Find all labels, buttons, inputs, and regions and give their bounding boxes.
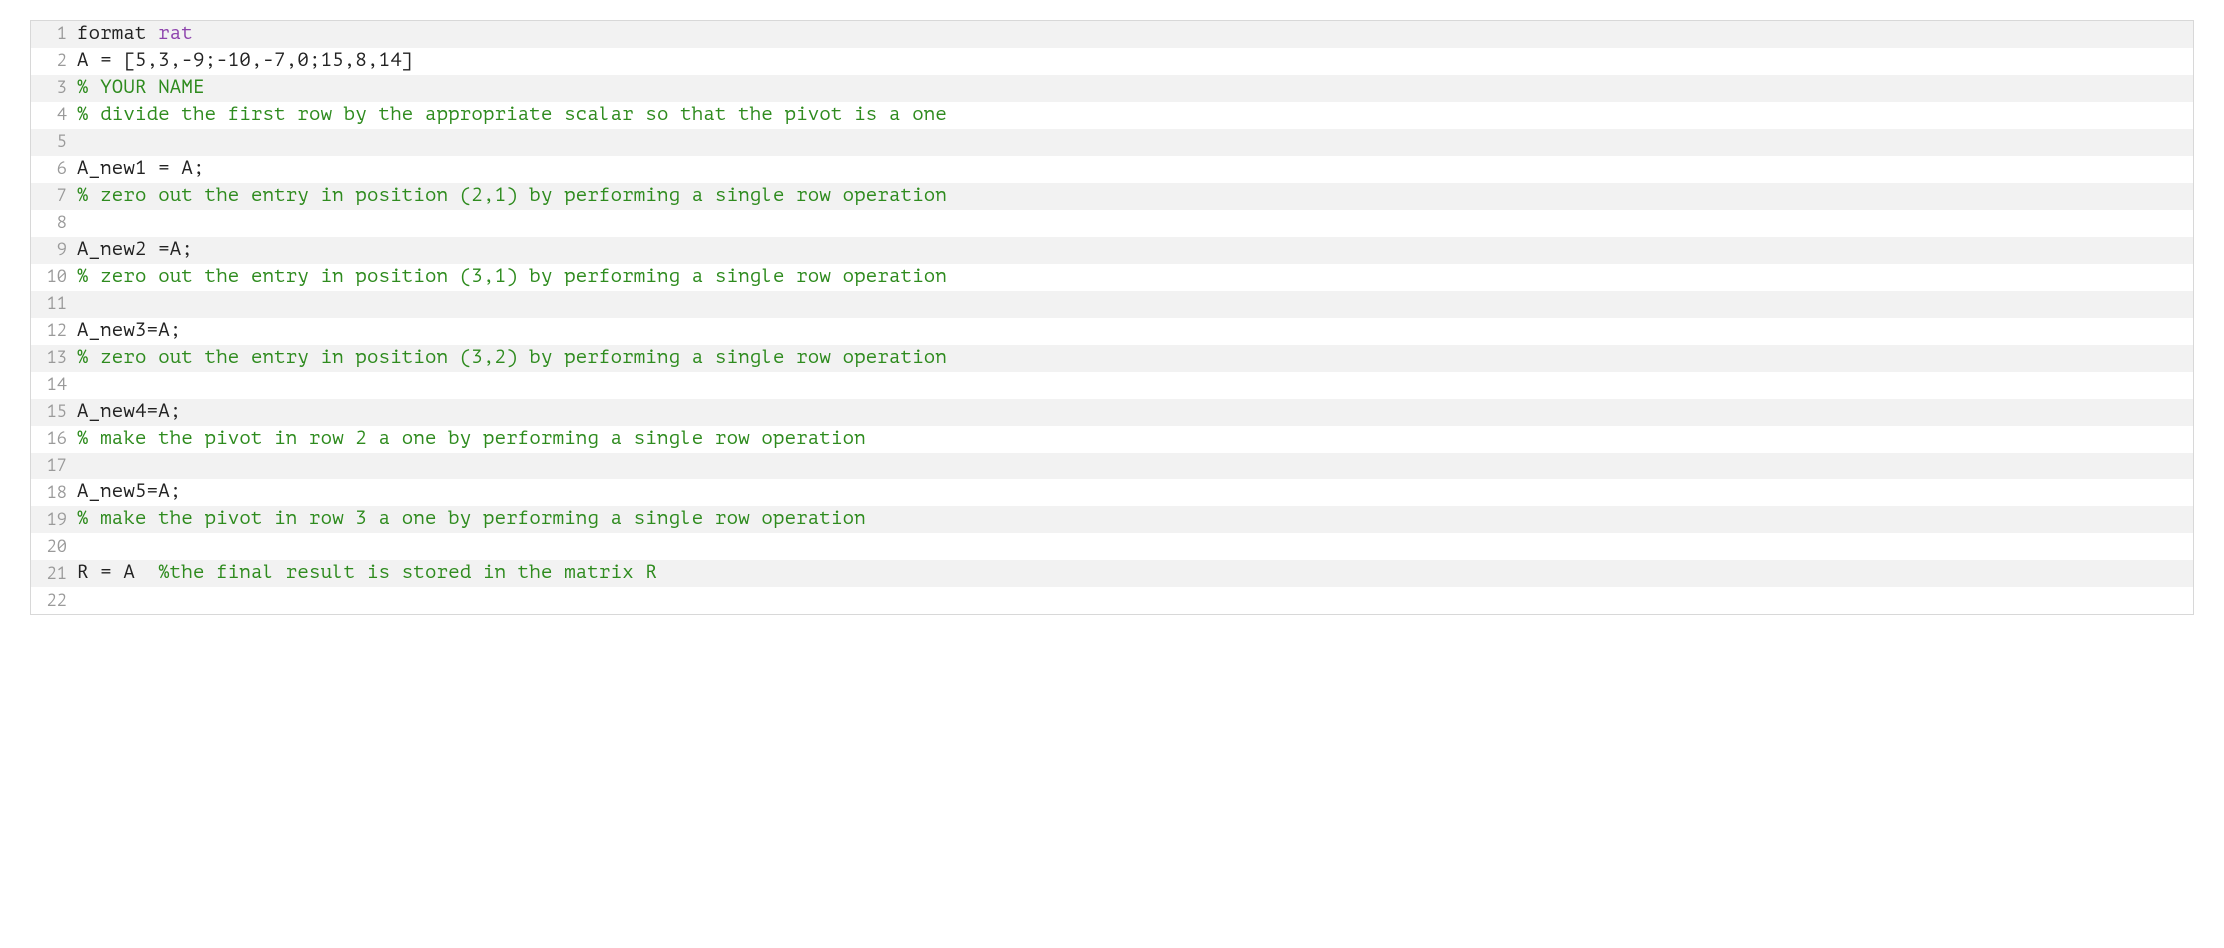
code-content <box>73 533 2193 560</box>
code-content <box>73 372 2193 399</box>
code-token <box>77 293 89 314</box>
code-content: % make the pivot in row 2 a one by perfo… <box>73 426 2193 453</box>
code-content: A_new2 =A; <box>73 237 2193 264</box>
code-token <box>77 535 89 556</box>
code-line: 20 <box>31 533 2193 560</box>
code-token: A_new3=A; <box>77 320 181 341</box>
code-token: % zero out the entry in position (2,1) b… <box>77 185 947 206</box>
code-content <box>73 291 2193 318</box>
line-number: 9 <box>31 237 73 264</box>
code-line: 10% zero out the entry in position (3,1)… <box>31 264 2193 291</box>
code-token <box>77 374 89 395</box>
code-token: % make the pivot in row 2 a one by perfo… <box>77 428 866 449</box>
line-number: 4 <box>31 102 73 129</box>
code-line: 4% divide the first row by the appropria… <box>31 102 2193 129</box>
code-line: 13% zero out the entry in position (3,2)… <box>31 345 2193 372</box>
line-number: 15 <box>31 399 73 426</box>
code-content <box>73 587 2193 614</box>
code-content: A = [5,3,-9;-10,-7,0;15,8,14] <box>73 48 2193 75</box>
code-line: 7% zero out the entry in position (2,1) … <box>31 183 2193 210</box>
line-number: 10 <box>31 264 73 291</box>
code-line: 1format rat <box>31 21 2193 48</box>
line-number: 5 <box>31 129 73 156</box>
line-number: 13 <box>31 345 73 372</box>
code-token: A_new1 = A; <box>77 158 205 179</box>
code-token: %the final result is stored in the matri… <box>158 562 657 583</box>
code-line: 6A_new1 = A; <box>31 156 2193 183</box>
line-number: 19 <box>31 506 73 533</box>
code-content: A_new3=A; <box>73 318 2193 345</box>
code-content: A_new4=A; <box>73 399 2193 426</box>
line-number: 7 <box>31 183 73 210</box>
code-token: rat <box>158 23 193 44</box>
code-token <box>77 589 89 610</box>
code-token: % zero out the entry in position (3,1) b… <box>77 266 947 287</box>
line-number: 14 <box>31 372 73 399</box>
code-token: A_new4=A; <box>77 401 181 422</box>
code-token: A_new5=A; <box>77 481 181 502</box>
code-line: 8 <box>31 210 2193 237</box>
code-content: % YOUR NAME <box>73 75 2193 102</box>
code-content: % divide the first row by the appropriat… <box>73 102 2193 129</box>
code-content <box>73 210 2193 237</box>
line-number: 11 <box>31 291 73 318</box>
code-content: R = A %the final result is stored in the… <box>73 560 2193 587</box>
code-content: A_new1 = A; <box>73 156 2193 183</box>
code-content: format rat <box>73 21 2193 48</box>
code-token: R = A <box>77 562 158 583</box>
code-line: 11 <box>31 291 2193 318</box>
line-number: 18 <box>31 479 73 506</box>
code-token <box>77 212 89 233</box>
code-line: 19% make the pivot in row 3 a one by per… <box>31 506 2193 533</box>
line-number: 3 <box>31 75 73 102</box>
code-line: 17 <box>31 453 2193 480</box>
code-line: 14 <box>31 372 2193 399</box>
code-token: % zero out the entry in position (3,2) b… <box>77 347 947 368</box>
code-line: 18A_new5=A; <box>31 479 2193 506</box>
code-line: 5 <box>31 129 2193 156</box>
code-line: 22 <box>31 587 2193 614</box>
code-content: % make the pivot in row 3 a one by perfo… <box>73 506 2193 533</box>
code-line: 21R = A %the final result is stored in t… <box>31 560 2193 587</box>
code-token: % divide the first row by the appropriat… <box>77 104 947 125</box>
code-content <box>73 453 2193 480</box>
code-token: % YOUR NAME <box>77 77 205 98</box>
line-number: 21 <box>31 560 73 587</box>
code-line: 9A_new2 =A; <box>31 237 2193 264</box>
line-number: 22 <box>31 587 73 614</box>
code-line: 12A_new3=A; <box>31 318 2193 345</box>
code-token <box>77 455 89 476</box>
line-number: 12 <box>31 318 73 345</box>
code-token: format <box>77 23 158 44</box>
line-number: 2 <box>31 48 73 75</box>
code-content: % zero out the entry in position (3,2) b… <box>73 345 2193 372</box>
code-token <box>77 131 89 152</box>
code-content: % zero out the entry in position (2,1) b… <box>73 183 2193 210</box>
line-number: 6 <box>31 156 73 183</box>
code-line: 2A = [5,3,-9;-10,-7,0;15,8,14] <box>31 48 2193 75</box>
code-line: 16% make the pivot in row 2 a one by per… <box>31 426 2193 453</box>
line-number: 8 <box>31 210 73 237</box>
code-token: A = [5,3,-9;-10,-7,0;15,8,14] <box>77 50 413 71</box>
line-number: 16 <box>31 426 73 453</box>
code-content: A_new5=A; <box>73 479 2193 506</box>
line-number: 20 <box>31 533 73 560</box>
code-token: A_new2 =A; <box>77 239 193 260</box>
line-number: 17 <box>31 453 73 480</box>
code-line: 3% YOUR NAME <box>31 75 2193 102</box>
code-content: % zero out the entry in position (3,1) b… <box>73 264 2193 291</box>
code-content <box>73 129 2193 156</box>
line-number: 1 <box>31 21 73 48</box>
code-line: 15A_new4=A; <box>31 399 2193 426</box>
code-block: 1format rat2A = [5,3,-9;-10,-7,0;15,8,14… <box>30 20 2194 615</box>
code-token: % make the pivot in row 3 a one by perfo… <box>77 508 866 529</box>
